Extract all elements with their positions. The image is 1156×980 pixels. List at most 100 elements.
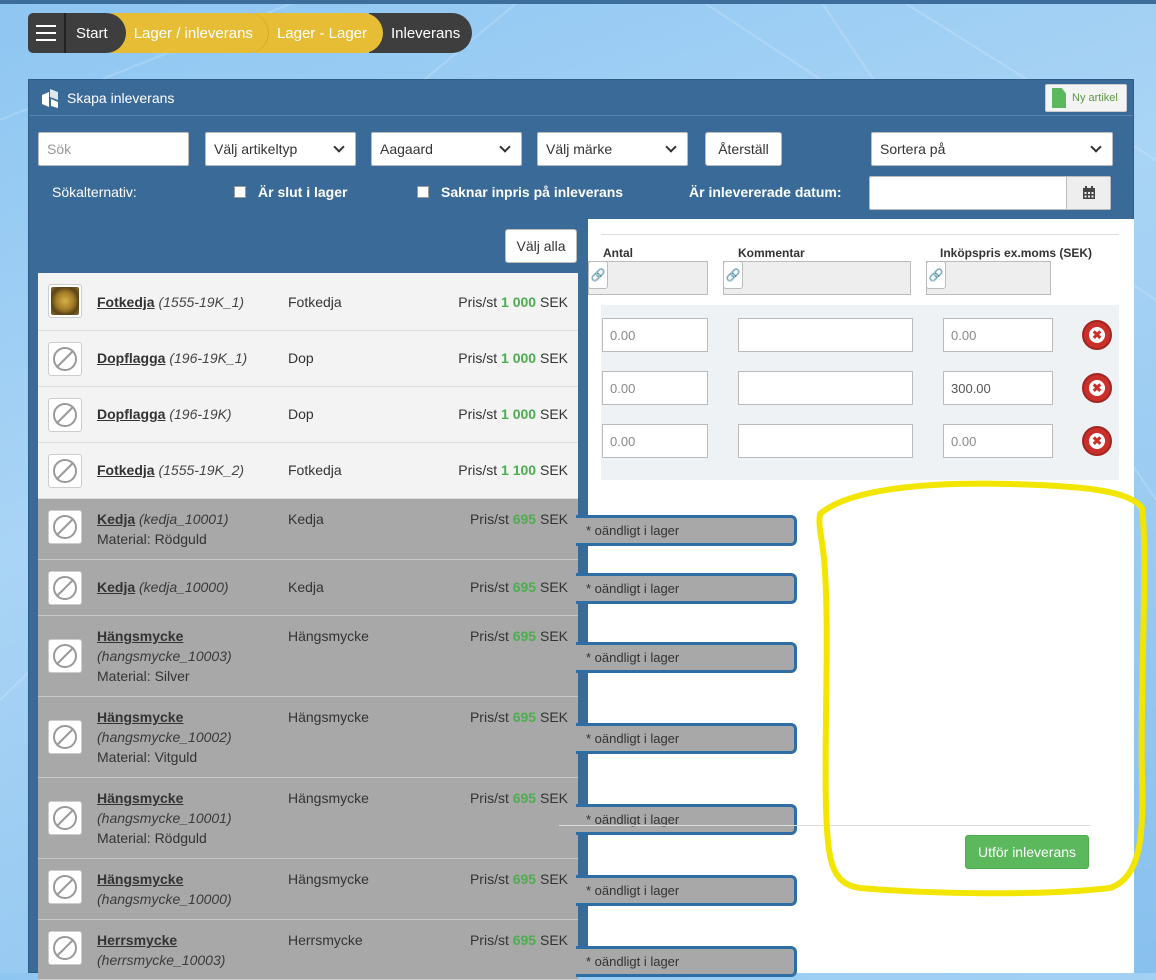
article-thumbnail: [48, 454, 82, 488]
article-name[interactable]: Hängsmycke (hangsmycke_10002) Material: Vi…: [97, 707, 232, 767]
quantity-input[interactable]: 0.00: [602, 371, 708, 405]
article-name[interactable]: Dopflagga (196-19K_1): [97, 348, 247, 368]
delete-icon[interactable]: ✖: [1082, 320, 1112, 350]
article-title[interactable]: Kedja: [97, 511, 135, 527]
out-of-stock-checkbox[interactable]: [234, 186, 246, 198]
article-type: Kedja: [288, 579, 324, 595]
article-thumbnail: [48, 398, 82, 432]
article-code: (1555-19K_2): [158, 462, 245, 478]
breadcrumb-inleverans: Inleverans: [369, 13, 473, 53]
article-name[interactable]: Herrsmycke (herrsmycke_10003): [97, 930, 225, 970]
article-row[interactable]: Kedja (kedja_10000) Kedja Pris/st 695 SE…: [38, 560, 578, 616]
article-code: (1555-19K_1): [158, 294, 245, 310]
article-name[interactable]: Fotkedja (1555-19K_2): [97, 460, 244, 480]
article-row[interactable]: Hängsmycke (hangsmycke_10003) Material: Si…: [38, 616, 578, 697]
reset-button[interactable]: Återställ: [705, 132, 782, 166]
brand-select[interactable]: Välj märke: [537, 132, 688, 166]
sort-value: Sortera på: [880, 141, 946, 157]
bulk-comment-input[interactable]: 🔗: [723, 261, 911, 295]
article-title[interactable]: Hängsmycke: [97, 628, 183, 644]
quantity-input[interactable]: 0.00: [602, 424, 708, 458]
article-name[interactable]: Kedja (kedja_10001) Material: Rödguld: [97, 509, 229, 549]
article-name[interactable]: Dopflagga (196-19K): [97, 404, 232, 424]
link-icon[interactable]: 🔗: [588, 261, 608, 289]
article-type: Fotkedja: [288, 462, 342, 478]
article-row[interactable]: Hängsmycke (hangsmycke_10000) Hängsmycke …: [38, 859, 578, 920]
infinite-stock-tab: * oändligt i lager: [576, 946, 797, 977]
purchase-price-input[interactable]: 0.00: [943, 424, 1053, 458]
comment-input[interactable]: [738, 371, 913, 405]
delete-icon[interactable]: ✖: [1082, 373, 1112, 403]
supplier-select[interactable]: Aagaard: [371, 132, 522, 166]
article-title[interactable]: Hängsmycke: [97, 709, 183, 725]
article-title[interactable]: Hängsmycke: [97, 871, 183, 887]
new-article-button[interactable]: Ny artikel: [1045, 84, 1127, 112]
out-of-stock-label: Är slut i lager: [258, 184, 348, 200]
comment-input[interactable]: [738, 424, 913, 458]
delete-icon[interactable]: ✖: [1082, 426, 1112, 456]
article-type: Hängsmycke: [288, 628, 369, 644]
article-thumbnail: [48, 510, 82, 544]
article-price: Pris/st 695 SEK: [469, 932, 568, 948]
no-image-icon: [53, 644, 77, 668]
new-article-label: Ny artikel: [1072, 92, 1118, 104]
purchase-price-input[interactable]: 300.00: [943, 371, 1053, 405]
article-title[interactable]: Dopflagga: [97, 350, 165, 366]
breadcrumb-lager-inleverans[interactable]: Lager / inleverans: [111, 13, 269, 53]
article-name[interactable]: Fotkedja (1555-19K_1): [97, 292, 244, 312]
article-material: Material: Vitguld: [97, 749, 198, 765]
article-row[interactable]: Hängsmycke (hangsmycke_10002) Material: Vi…: [38, 697, 578, 778]
article-thumbnail: [48, 284, 82, 318]
article-name[interactable]: Hängsmycke (hangsmycke_10003) Material: Si…: [97, 626, 232, 686]
article-title[interactable]: Herrsmycke: [97, 932, 177, 948]
article-name[interactable]: Hängsmycke (hangsmycke_10000): [97, 869, 232, 909]
purchase-price-input[interactable]: 0.00: [943, 318, 1053, 352]
article-row[interactable]: Dopflagga (196-19K_1) Dop Pris/st 1 000 …: [38, 331, 578, 387]
quantity-input[interactable]: 0.00: [602, 318, 708, 352]
menu-icon[interactable]: [28, 13, 66, 53]
missing-price-label: Saknar inpris på inleverans: [441, 184, 624, 200]
top-border: [0, 0, 1156, 4]
article-name[interactable]: Hängsmycke (hangsmycke_10001) Material: Rö…: [97, 788, 232, 848]
article-price: Pris/st 695 SEK: [469, 790, 568, 806]
article-row[interactable]: Fotkedja (1555-19K_1) Fotkedja Pris/st 1…: [38, 273, 578, 331]
article-row[interactable]: Dopflagga (196-19K) Dop Pris/st 1 000 SE…: [38, 387, 578, 443]
divider: [601, 234, 1119, 235]
article-material: Material: Rödguld: [97, 531, 207, 547]
article-code: (hangsmycke_10003): [97, 648, 232, 664]
missing-price-checkbox[interactable]: [417, 186, 429, 198]
article-row[interactable]: Fotkedja (1555-19K_2) Fotkedja Pris/st 1…: [38, 443, 578, 499]
article-thumbnail: [48, 870, 82, 904]
article-thumbnail: [48, 571, 82, 605]
sort-select[interactable]: Sortera på: [871, 132, 1113, 166]
breadcrumb-lager-lager[interactable]: Lager - Lager: [254, 13, 383, 53]
breadcrumb-start[interactable]: Start: [66, 13, 126, 53]
search-input[interactable]: Sök: [38, 132, 189, 166]
article-title[interactable]: Kedja: [97, 579, 135, 595]
infinite-stock-tab: * oändligt i lager: [576, 573, 797, 604]
out-of-stock-option[interactable]: Är slut i lager: [234, 184, 347, 200]
link-icon[interactable]: 🔗: [926, 261, 946, 289]
missing-price-option[interactable]: Saknar inpris på inleverans: [417, 184, 623, 200]
bulk-price-input[interactable]: 🔗: [926, 261, 1051, 295]
comment-column-label: Kommentar: [738, 246, 805, 260]
calendar-button[interactable]: [1066, 177, 1110, 209]
delivered-date-input[interactable]: [869, 176, 1111, 210]
article-type-select[interactable]: Välj artikeltyp: [205, 132, 356, 166]
article-title[interactable]: Hängsmycke: [97, 790, 183, 806]
article-row[interactable]: Herrsmycke (herrsmycke_10003) Herrsmycke …: [38, 920, 578, 980]
comment-input[interactable]: [738, 318, 913, 352]
entry-rows: 0.00 0.00 ✖ 0.00 300.00 ✖ 0.00 0.00 ✖: [601, 305, 1119, 480]
article-row[interactable]: Kedja (kedja_10001) Material: Rödguld Ked…: [38, 499, 578, 560]
article-title[interactable]: Fotkedja: [97, 294, 155, 310]
article-price: Pris/st 695 SEK: [469, 511, 568, 527]
article-name[interactable]: Kedja (kedja_10000): [97, 577, 229, 597]
article-title[interactable]: Fotkedja: [97, 462, 155, 478]
article-row[interactable]: Hängsmycke (hangsmycke_10001) Material: Rö…: [38, 778, 578, 859]
article-code: (kedja_10001): [139, 511, 229, 527]
bulk-quantity-input[interactable]: 🔗: [588, 261, 708, 295]
article-title[interactable]: Dopflagga: [97, 406, 165, 422]
link-icon[interactable]: 🔗: [723, 261, 743, 289]
select-all-button[interactable]: Välj alla: [505, 229, 577, 263]
brand-value: Välj märke: [546, 141, 613, 157]
